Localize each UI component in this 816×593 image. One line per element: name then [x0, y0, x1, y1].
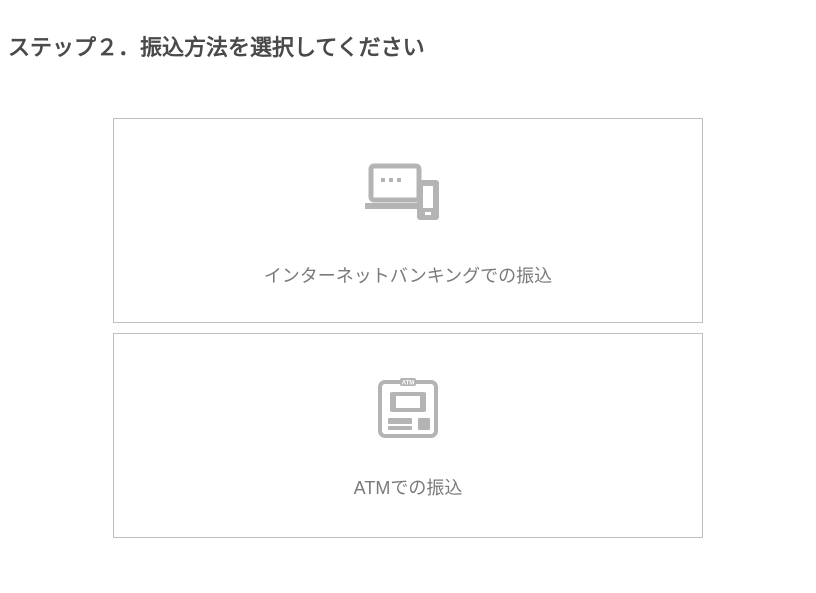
option-atm[interactable]: ATM ATMでの振込: [113, 333, 703, 538]
option-internet-banking[interactable]: インターネットバンキングでの振込: [113, 118, 703, 323]
option-label: インターネットバンキングでの振込: [264, 262, 552, 288]
svg-text:ATM: ATM: [402, 380, 415, 386]
atm-icon: ATM: [376, 378, 440, 440]
options-list: インターネットバンキングでの振込 ATM ATMでの振込: [0, 118, 816, 538]
internet-banking-icon: [365, 160, 451, 228]
option-label: ATMでの振込: [354, 474, 463, 500]
step-title: ステップ２．振込方法を選択してください: [8, 30, 816, 62]
